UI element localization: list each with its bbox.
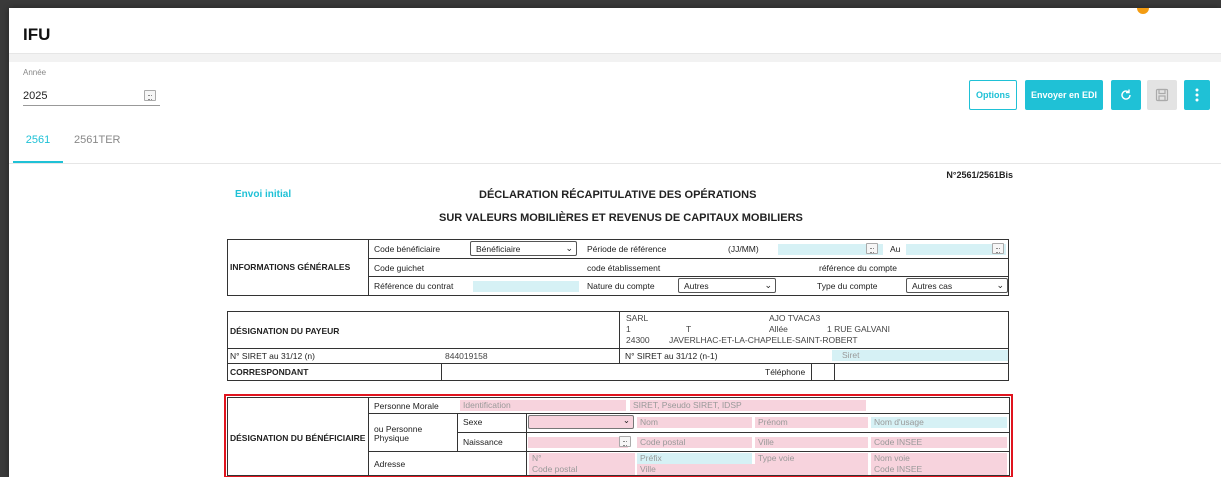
envoi-initial-link[interactable]: Envoi initial bbox=[235, 189, 291, 200]
separator bbox=[9, 54, 1221, 62]
app-window: IFU Année 2025 Options Envoyer en EDI 25… bbox=[9, 8, 1221, 477]
nature-compte-label: Nature du compte bbox=[587, 281, 655, 291]
reference-contrat-label: Référence du contrat bbox=[374, 281, 454, 291]
siret-label: N° SIRET au 31/12 (n) bbox=[230, 351, 315, 361]
year-value: 2025 bbox=[23, 90, 48, 102]
payeur-table: DÉSIGNATION DU PAYEUR SARL AJO TVACA3 1 … bbox=[227, 311, 1009, 381]
calendar-icon[interactable] bbox=[992, 243, 1004, 254]
type-compte-label: Type du compte bbox=[817, 281, 878, 291]
year-input[interactable]: 2025 bbox=[23, 84, 160, 106]
more-vertical-icon bbox=[1195, 88, 1199, 102]
chevron-down-icon: ⌄ bbox=[996, 280, 1004, 290]
siret-value: 844019158 bbox=[445, 351, 488, 361]
siret-prev-input[interactable]: Siret bbox=[832, 350, 1008, 361]
au-label: Au bbox=[890, 244, 901, 254]
page-title: IFU bbox=[23, 25, 51, 44]
code-beneficiaire-label: Code bénéficiaire bbox=[374, 244, 441, 254]
highlight-frame bbox=[224, 394, 1013, 477]
periode-end-input[interactable] bbox=[906, 244, 1006, 255]
chevron-down-icon: ⌄ bbox=[764, 280, 772, 290]
chevron-down-icon: ⌄ bbox=[565, 243, 573, 253]
nature-compte-value: Autres bbox=[684, 281, 709, 291]
jjmm-label: (JJ/MM) bbox=[728, 244, 759, 254]
options-button[interactable]: Options bbox=[969, 80, 1017, 110]
payeur-numero: 1 bbox=[626, 324, 631, 334]
code-guichet-label: Code guichet bbox=[374, 263, 425, 273]
notification-dot[interactable] bbox=[1137, 8, 1149, 14]
code-beneficiaire-select[interactable]: Bénéficiaire ⌄ bbox=[470, 241, 577, 256]
form-subtitle: SUR VALEURS MOBILIÈRES ET REVENUS DE CAP… bbox=[439, 212, 803, 224]
info-generales-table: INFORMATIONS GÉNÉRALES Code bénéficiaire… bbox=[227, 239, 1009, 296]
nature-compte-select[interactable]: Autres ⌄ bbox=[678, 278, 776, 293]
title-bar: IFU bbox=[9, 8, 1221, 54]
reference-compte-label: référence du compte bbox=[819, 263, 897, 273]
info-section-label: INFORMATIONS GÉNÉRALES bbox=[230, 262, 351, 272]
payeur-type-voie: Allée bbox=[769, 324, 788, 334]
form-content: N°2561/2561Bis Envoi initial DÉCLARATION… bbox=[9, 165, 1221, 477]
refresh-icon bbox=[1121, 89, 1131, 100]
payeur-section-label: DÉSIGNATION DU PAYEUR bbox=[230, 326, 340, 336]
tab-2561[interactable]: 2561 bbox=[13, 131, 63, 163]
correspondant-label: CORRESPONDANT bbox=[230, 367, 309, 377]
siret-prev-label: N° SIRET au 31/12 (n-1) bbox=[625, 351, 718, 361]
tab-2561ter[interactable]: 2561TER bbox=[74, 131, 120, 163]
payeur-voie: 1 RUE GALVANI bbox=[827, 324, 890, 334]
type-compte-value: Autres cas bbox=[912, 281, 953, 291]
toolbar: Année 2025 Options Envoyer en EDI bbox=[9, 62, 1221, 126]
payeur-nom: AJO TVACA3 bbox=[769, 313, 821, 323]
code-beneficiaire-value: Bénéficiaire bbox=[476, 244, 521, 254]
refresh-button[interactable] bbox=[1111, 80, 1141, 110]
telephone-label: Téléphone bbox=[765, 367, 806, 377]
payeur-indice: T bbox=[686, 324, 692, 334]
code-etablissement-label: code établissement bbox=[587, 263, 661, 273]
periode-label: Période de référence bbox=[587, 244, 667, 254]
more-button[interactable] bbox=[1184, 80, 1210, 110]
send-edi-button[interactable]: Envoyer en EDI bbox=[1025, 80, 1103, 110]
payeur-ville: JAVERLHAC-ET-LA-CHAPELLE-SAINT-ROBERT bbox=[669, 335, 858, 345]
payeur-cp: 24300 bbox=[626, 335, 650, 345]
form-title: DÉCLARATION RÉCAPITULATIVE DES OPÉRATION… bbox=[479, 189, 757, 201]
tab-bar: 2561 2561TER bbox=[9, 126, 1221, 164]
save-button[interactable] bbox=[1147, 80, 1177, 110]
reference-contrat-input[interactable] bbox=[473, 281, 579, 292]
payeur-forme: SARL bbox=[626, 313, 649, 323]
save-icon bbox=[1155, 88, 1169, 102]
type-compte-select[interactable]: Autres cas ⌄ bbox=[906, 278, 1008, 293]
form-number: N°2561/2561Bis bbox=[946, 170, 1013, 180]
calendar-icon[interactable] bbox=[144, 90, 156, 101]
year-label: Année bbox=[23, 68, 47, 77]
calendar-icon[interactable] bbox=[866, 243, 878, 254]
